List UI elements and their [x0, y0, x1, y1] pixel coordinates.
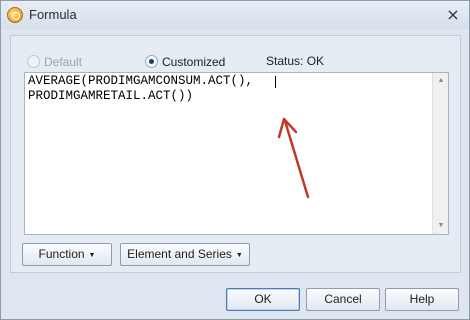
vertical-scrollbar[interactable]: ▲ ▼ [432, 73, 448, 234]
customized-radio-label: Customized [162, 54, 226, 69]
formula-panel: Default Customized Status: OK AVERAGE(PR… [10, 35, 461, 273]
default-radio-label: Default [44, 54, 83, 69]
status-label: Status: [266, 54, 304, 68]
chevron-down-icon: ▼ [235, 252, 243, 259]
formula-app-icon [7, 7, 23, 23]
element-and-series-dropdown-button[interactable]: Element and Series ▼ [120, 243, 250, 266]
function-button-label: Function [38, 247, 85, 261]
title-bar[interactable]: Formula × [1, 1, 469, 29]
status-indicator: Status: OK [266, 53, 324, 69]
close-icon[interactable]: × [443, 5, 463, 25]
formula-dialog: Formula × Default Customized Status: OK … [0, 0, 470, 320]
status-value: OK [306, 54, 325, 68]
chevron-down-icon: ▼ [88, 252, 96, 259]
text-cursor [275, 76, 276, 88]
ok-button[interactable]: OK [226, 288, 300, 311]
default-radio-icon [27, 55, 40, 69]
scroll-down-icon[interactable]: ▼ [433, 218, 449, 234]
scroll-up-icon[interactable]: ▲ [433, 73, 449, 89]
customized-radio-option[interactable]: Customized [145, 53, 225, 69]
default-radio-option: Default [27, 53, 82, 69]
formula-text[interactable]: AVERAGE(PRODIMGAMCONSUM.ACT(), PRODIMGAM… [28, 74, 428, 104]
function-dropdown-button[interactable]: Function ▼ [22, 243, 112, 266]
element-series-button-label: Element and Series [127, 247, 232, 261]
formula-editor[interactable]: AVERAGE(PRODIMGAMCONSUM.ACT(), PRODIMGAM… [24, 72, 449, 235]
annotation-arrow-icon [277, 117, 310, 199]
window-title: Formula [29, 7, 77, 22]
cancel-button[interactable]: Cancel [306, 288, 380, 311]
customized-radio-icon[interactable] [145, 55, 158, 69]
help-button[interactable]: Help [385, 288, 459, 311]
